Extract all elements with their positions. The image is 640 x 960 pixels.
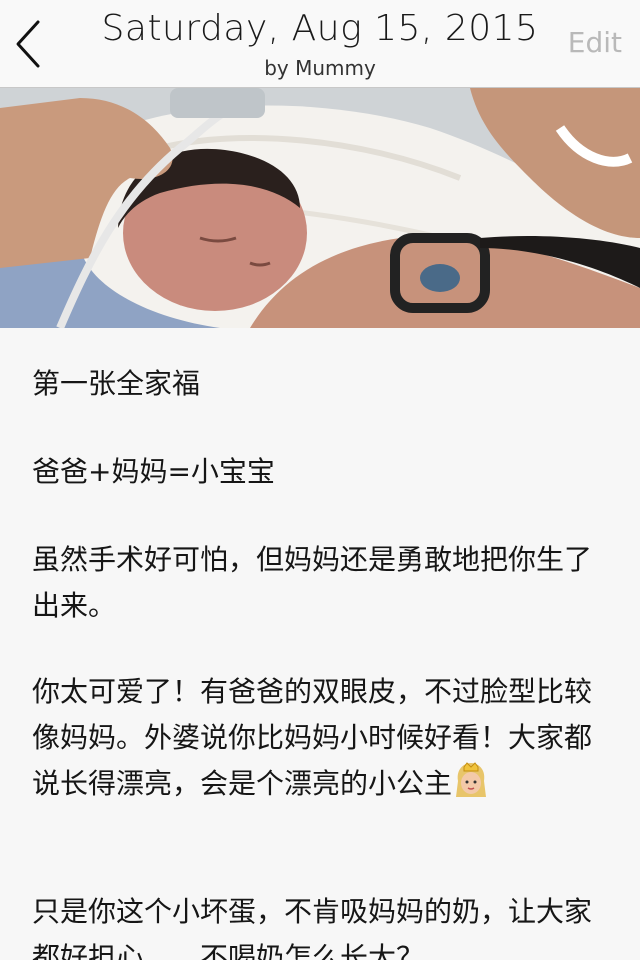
edit-button[interactable]: Edit <box>568 26 622 59</box>
entry-body: 第一张全家福 爸爸+妈妈=小宝宝 虽然手术好可怕，但妈妈还是勇敢地把你生了出来。… <box>0 328 640 960</box>
author-subtitle: by Mummy <box>264 56 376 80</box>
navigation-bar: Saturday, Aug 15, 2015 by Mummy Edit <box>0 0 640 88</box>
entry-paragraph-with-emoji: 你太可爱了！有爸爸的双眼皮，不过脸型比较像妈妈。外婆说你比妈妈小时候好看！大家都… <box>32 669 612 807</box>
family-photo-illustration <box>0 88 640 328</box>
entry-paragraph: 爸爸+妈妈=小宝宝 <box>32 455 275 488</box>
entry-paragraph: 虽然手术好可怕，但妈妈还是勇敢地把你生了出来。 <box>32 543 593 622</box>
entry-photo[interactable] <box>0 88 640 328</box>
entry-paragraph: 第一张全家福 <box>32 367 201 400</box>
entry-paragraph: 只是你这个小坏蛋，不肯吸妈妈的奶，让大家都好担心。。。不喝奶怎么长大？ <box>32 895 593 960</box>
entry-paragraph-text: 你太可爱了！有爸爸的双眼皮，不过脸型比较像妈妈。外婆说你比妈妈小时候好看！大家都… <box>32 675 593 800</box>
princess-emoji-icon <box>452 761 490 799</box>
page-title: Saturday, Aug 15, 2015 <box>101 8 539 49</box>
